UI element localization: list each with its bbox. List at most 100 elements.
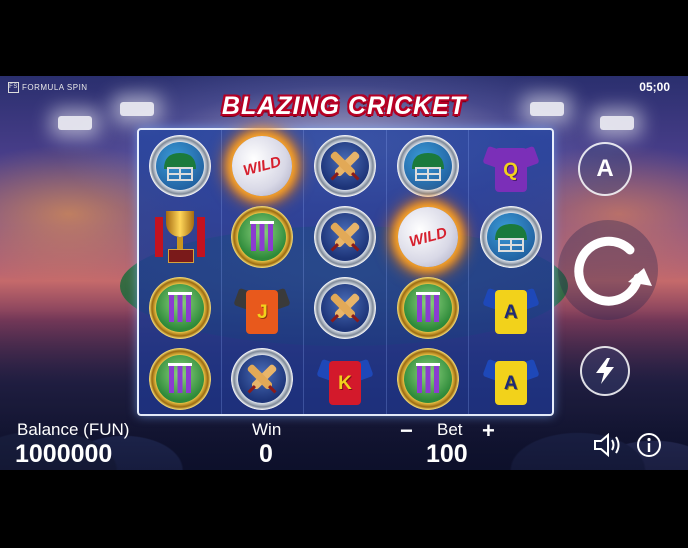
jersey-symbol: A	[482, 351, 540, 407]
reel-symbol	[478, 204, 544, 270]
autoplay-label: A	[596, 155, 614, 182]
helmet-symbol	[148, 134, 211, 197]
reel-cell	[139, 201, 222, 272]
bet-value: 100	[426, 440, 468, 468]
bet-label: Bet	[437, 420, 463, 439]
spin-arrow-icon	[574, 236, 652, 306]
crossed-bats-icon	[330, 151, 360, 180]
jersey-symbol: J	[233, 280, 291, 336]
reel-cell	[222, 201, 305, 272]
helmet-icon	[411, 152, 444, 181]
bottom-bar: Balance (FUN) 1000000 Win 0 − Bet + 100	[0, 412, 688, 470]
win-value: 0	[259, 440, 273, 468]
jersey-letter: A	[503, 301, 518, 323]
sound-button[interactable]	[592, 432, 624, 458]
trophy-symbol	[152, 207, 208, 267]
info-button[interactable]	[636, 432, 662, 458]
reel-symbol	[147, 346, 213, 412]
wild-ball-symbol: WILD	[225, 128, 300, 203]
reel-grid: WILD Q WILD J A K A	[137, 128, 554, 416]
crossed-bats-symbol	[313, 276, 376, 339]
jersey-letter: Q	[503, 159, 519, 181]
reel-cell	[387, 130, 470, 201]
game-title: BLAZING CRICKET	[221, 92, 467, 120]
balance-label: Balance (FUN)	[17, 420, 130, 439]
stumps-icon	[167, 291, 192, 322]
stumps-icon	[250, 220, 275, 251]
reel-symbol: WILD	[390, 199, 465, 274]
helmet-symbol	[396, 134, 459, 197]
reel-symbol: A	[478, 275, 544, 341]
jersey-letter: J	[257, 301, 268, 323]
logo-text: FORMULA SPIN	[22, 83, 88, 92]
crossed-bats-symbol	[313, 134, 376, 197]
stumps-symbol	[396, 276, 459, 339]
reel-cell: Q	[469, 130, 552, 201]
reel-symbol: J	[229, 275, 295, 341]
reel-cell	[304, 201, 387, 272]
stumps-symbol	[231, 205, 294, 268]
helmet-icon	[163, 152, 196, 181]
reel-symbol	[395, 133, 461, 199]
jersey-symbol: A	[482, 280, 540, 336]
reel-cell	[139, 130, 222, 201]
reel-symbol: A	[478, 346, 544, 412]
bet-decrease-button[interactable]: −	[400, 420, 413, 442]
jersey-letter: K	[338, 372, 352, 394]
reel-symbol	[147, 204, 213, 270]
lightning-icon	[596, 358, 614, 384]
helmet-symbol	[479, 205, 542, 268]
crossed-bats-symbol	[231, 347, 294, 410]
reel-cell: A	[469, 343, 552, 414]
stumps-icon	[167, 362, 192, 393]
balance-value: 1000000	[15, 440, 113, 468]
reel-symbol: Q	[478, 133, 544, 199]
wild-ball-symbol: WILD	[390, 199, 465, 274]
reel-cell: A	[469, 272, 552, 343]
win-label: Win	[252, 420, 282, 439]
reel-cell	[387, 272, 470, 343]
reel-cell: WILD	[222, 128, 305, 203]
turbo-button[interactable]	[580, 346, 630, 396]
reel-symbol	[147, 133, 213, 199]
helmet-icon	[494, 223, 527, 252]
reel-cell: J	[222, 272, 305, 343]
info-icon	[637, 433, 661, 457]
stumps-symbol	[396, 347, 459, 410]
reel-symbol	[312, 204, 378, 270]
reel-symbol	[229, 346, 295, 412]
reel-symbol: K	[312, 346, 378, 412]
reel-symbol	[395, 346, 461, 412]
reel-cell	[304, 272, 387, 343]
reel-symbol	[229, 204, 295, 270]
reel-cell	[304, 130, 387, 201]
reel-cell	[469, 201, 552, 272]
speaker-icon	[594, 433, 620, 457]
crossed-bats-icon	[330, 293, 360, 322]
reel-cell: K	[304, 343, 387, 414]
bet-increase-button[interactable]: +	[482, 420, 495, 442]
wild-label: WILD	[406, 223, 449, 250]
stumps-symbol	[148, 276, 211, 339]
jersey-symbol: K	[316, 351, 374, 407]
reel-symbol	[395, 275, 461, 341]
autoplay-button[interactable]: A	[578, 142, 632, 196]
reel-cell	[387, 343, 470, 414]
stumps-symbol	[148, 347, 211, 410]
stumps-icon	[415, 291, 440, 322]
jersey-letter: A	[503, 372, 518, 394]
reel-symbol	[147, 275, 213, 341]
reel-cell	[222, 343, 305, 414]
crossed-bats-symbol	[313, 205, 376, 268]
wild-label: WILD	[241, 152, 284, 179]
reel-symbol: WILD	[225, 128, 300, 203]
reel-cell	[139, 272, 222, 343]
reel-cell	[139, 343, 222, 414]
reel-symbol	[312, 133, 378, 199]
jersey-symbol: Q	[482, 138, 540, 194]
crossed-bats-icon	[330, 222, 360, 251]
spin-button[interactable]	[558, 220, 658, 320]
crossed-bats-icon	[247, 364, 277, 393]
reel-cell: WILD	[387, 199, 470, 274]
stumps-icon	[415, 362, 440, 393]
